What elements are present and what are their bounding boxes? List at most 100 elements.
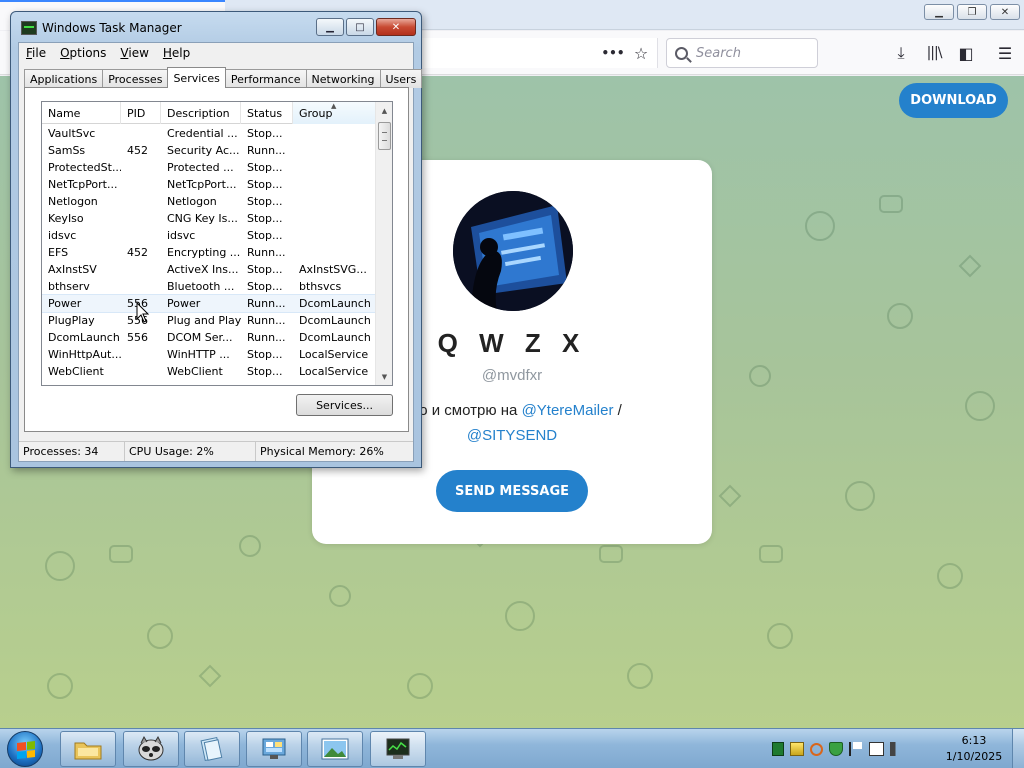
taskbar-explorer-button[interactable] [60, 731, 116, 767]
search-icon [675, 46, 688, 60]
tray-security-icon[interactable] [829, 742, 843, 756]
tray-volume-icon[interactable] [890, 742, 904, 756]
tray-action-center-icon[interactable] [849, 742, 863, 756]
cell-status: Runn... [247, 297, 286, 310]
close-button[interactable]: ✕ [376, 18, 416, 36]
cell-group: DcomLaunch [299, 297, 371, 310]
column-header-name[interactable]: Name [42, 102, 121, 124]
cell-status: Runn... [247, 246, 286, 259]
column-header-group[interactable]: ▲ Group [293, 102, 376, 124]
mouse-cursor-icon [136, 302, 150, 323]
table-row[interactable]: Power556PowerRunn...DcomLaunch [42, 294, 377, 313]
table-row[interactable]: ProtectedSt... Protected ... Stop... [42, 159, 376, 176]
browser-minimize-button[interactable]: ▁ [924, 4, 954, 20]
show-desktop-button[interactable] [1012, 729, 1024, 768]
cell-description: NetTcpPort... [167, 178, 237, 191]
table-row[interactable]: KeyIso CNG Key Is... Stop... [42, 210, 376, 227]
cell-status: Runn... [247, 331, 286, 344]
tab-performance[interactable]: Performance [224, 69, 307, 88]
minimize-button[interactable]: ▁ [316, 18, 344, 36]
task-manager-window: Windows Task Manager ▁ □ ✕ File Options … [10, 11, 423, 468]
list-rows: VaultSvc Credential ... Stop... SamSs 452 Sec… [42, 125, 377, 380]
table-row[interactable]: Netlogon Netlogon Stop... [42, 193, 376, 210]
cell-name: PlugPlay [48, 314, 95, 327]
taskbar-task-manager-button[interactable] [370, 731, 426, 767]
scroll-down-icon[interactable]: ▼ [376, 368, 392, 385]
table-row[interactable]: VaultSvc Credential ... Stop... [42, 125, 376, 142]
cell-name: bthserv [48, 280, 90, 293]
table-row[interactable]: AxInstSV ActiveX Ins... Stop... AxInstSVG..… [42, 261, 376, 278]
tab-services[interactable]: Services [167, 67, 226, 88]
bio-link-ytere[interactable]: @YtereMailer [522, 402, 614, 419]
cell-description: Credential ... [167, 127, 238, 140]
bookmark-star-icon[interactable]: ☆ [628, 40, 654, 66]
send-message-button[interactable]: SEND MESSAGE [436, 470, 588, 512]
cell-pid: 452 [127, 144, 148, 157]
tab-users[interactable]: Users [379, 69, 423, 88]
services-button[interactable]: Services... [296, 394, 393, 416]
tab-processes[interactable]: Processes [102, 69, 169, 88]
page-actions-icon[interactable]: ••• [600, 40, 626, 66]
taskbar-notepad-button[interactable] [184, 731, 240, 767]
browser-close-button[interactable]: ✕ [990, 4, 1020, 20]
table-row[interactable]: WebClient WebClient Stop... LocalService [42, 363, 376, 380]
table-row[interactable]: SamSs 452 Security Ac... Runn... [42, 142, 376, 159]
taskbar-raccoon-app-button[interactable] [123, 731, 179, 767]
vertical-scrollbar[interactable]: ▲ ▼ [375, 102, 392, 385]
table-row[interactable]: PlugPlay 556 Plug and Play Runn... DcomLaunc… [42, 312, 376, 329]
menu-icon[interactable]: ☰ [992, 40, 1018, 66]
cell-description: Netlogon [167, 195, 217, 208]
tray-update-icon[interactable] [790, 742, 804, 756]
table-row[interactable]: NetTcpPort... NetTcpPort... Stop... [42, 176, 376, 193]
tray-app-icon[interactable] [772, 742, 784, 756]
cell-status: Runn... [247, 144, 286, 157]
tray-search-icon[interactable] [810, 742, 823, 756]
tray-network-icon[interactable] [869, 742, 884, 756]
cell-name: EFS [48, 246, 69, 259]
download-button[interactable]: DOWNLOAD [899, 83, 1008, 118]
tab-networking[interactable]: Networking [305, 69, 381, 88]
table-row[interactable]: EFS 452 Encrypting ... Runn... [42, 244, 376, 261]
task-manager-titlebar[interactable]: Windows Task Manager [21, 20, 182, 36]
cell-group: LocalService [299, 348, 369, 361]
column-header-pid[interactable]: PID [121, 102, 161, 124]
scroll-thumb[interactable] [378, 122, 391, 150]
task-manager-icon [21, 21, 37, 35]
start-button[interactable] [7, 731, 43, 767]
table-row[interactable]: WinHttpAut... WinHTTP ... Stop... LocalServ… [42, 346, 376, 363]
column-header-description[interactable]: Description [161, 102, 241, 124]
bio-link-sitysend[interactable]: @SITYSEND [467, 427, 557, 444]
scroll-up-icon[interactable]: ▲ [376, 102, 392, 119]
table-row[interactable]: bthserv Bluetooth ... Stop... bthsvcs [42, 278, 376, 295]
tab-applications[interactable]: Applications [24, 69, 104, 88]
system-clock[interactable]: 6:13 1/10/2025 [940, 733, 1008, 765]
library-icon[interactable]: |||\ [921, 40, 947, 66]
table-row[interactable]: DcomLaunch 556 DCOM Ser... Runn... DcomLaunc… [42, 329, 376, 346]
cell-status: Stop... [247, 348, 283, 361]
menu-file[interactable]: File [19, 46, 53, 60]
downloads-icon[interactable]: ⤓ [888, 40, 914, 66]
menu-view[interactable]: View [113, 46, 155, 60]
browser-restore-button[interactable]: ❐ [957, 4, 987, 20]
cell-description: CNG Key Is... [167, 212, 238, 225]
status-cpu: CPU Usage: 2% [125, 442, 256, 461]
notepad-icon [200, 736, 223, 762]
services-list[interactable]: Name PID Description Status ▲ Group Vaul… [41, 101, 393, 386]
sidebar-icon[interactable]: ◧ [953, 40, 979, 66]
taskbar-image-viewer-button[interactable] [307, 731, 363, 767]
taskbar-control-panel-button[interactable] [246, 731, 302, 767]
cell-status: Stop... [247, 161, 283, 174]
cell-group: DcomLaunch [299, 331, 371, 344]
address-bar[interactable]: ••• ☆ [410, 38, 658, 68]
tab-strip: Applications Processes Services Performa… [24, 67, 423, 88]
maximize-button[interactable]: □ [346, 18, 374, 36]
sort-ascending-icon: ▲ [331, 102, 337, 110]
cell-name: DcomLaunch [48, 331, 120, 344]
menu-options[interactable]: Options [53, 46, 113, 60]
search-input[interactable]: Search [666, 38, 818, 68]
table-row[interactable]: idsvc idsvc Stop... [42, 227, 376, 244]
menu-help[interactable]: Help [156, 46, 197, 60]
column-header-status[interactable]: Status [241, 102, 293, 124]
cell-description: Protected ... [167, 161, 234, 174]
column-header-group-label: Group [299, 106, 333, 120]
